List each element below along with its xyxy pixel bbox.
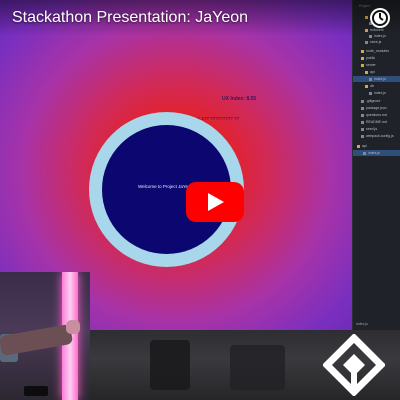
file-tree-label: .gitignore	[366, 99, 381, 103]
file-tree-item[interactable]: README.md	[353, 119, 400, 125]
file-tree-label: README.md	[366, 120, 387, 124]
file-icon	[361, 127, 364, 131]
logo-icon	[322, 333, 386, 397]
youtube-play-button[interactable]	[186, 182, 244, 222]
folder-icon	[361, 49, 364, 53]
folder-icon	[361, 56, 364, 60]
file-tree-item[interactable]: .gitignore	[353, 98, 400, 104]
file-tree-label: index.js	[374, 91, 386, 95]
file-icon	[361, 113, 364, 117]
ux-index-label: UX Index: 8.55	[222, 96, 257, 102]
file-tree-item[interactable]: db	[353, 83, 400, 89]
file-tree-label: node_modules	[366, 49, 389, 53]
file-tree-item[interactable]: api	[353, 69, 400, 75]
video-title[interactable]: Stackathon Presentation: JaYeon	[12, 9, 248, 27]
chair	[230, 345, 285, 390]
file-tree-label: package.json	[366, 106, 387, 110]
file-tree-item[interactable]: node_modules	[353, 48, 400, 54]
video-frame[interactable]: UX Index: 8.55 Gone: 1?? ????????? ?? We…	[0, 0, 400, 400]
folder-icon	[357, 144, 360, 148]
presenter-webcam	[0, 272, 90, 400]
file-tree-label: index.js	[368, 151, 380, 155]
file-tree-label: api	[362, 144, 367, 148]
file-tree-label: public	[366, 56, 376, 60]
file-tree-label: webpack.config.js	[366, 134, 394, 138]
file-tree-item[interactable]: seed.js	[353, 126, 400, 132]
file-tree-item[interactable]: api	[353, 143, 400, 149]
code-editor-sidebar: Project containersMain.jsreducersindex.j…	[352, 0, 400, 330]
watch-later-button[interactable]	[370, 8, 390, 28]
folder-icon	[361, 63, 364, 67]
file-tree-item[interactable]: index.js	[353, 76, 400, 82]
file-tree-item[interactable]: index.js	[353, 150, 400, 156]
file-tree-label: questions.md	[366, 113, 387, 117]
editor-tab-label[interactable]: index.js	[356, 322, 368, 326]
file-tree-item[interactable]: questions.md	[353, 112, 400, 118]
file-tree-label: api	[370, 70, 375, 74]
file-tree-item[interactable]: index.js	[353, 90, 400, 96]
clock-icon	[372, 10, 388, 26]
file-icon	[361, 106, 364, 110]
file-icon	[369, 77, 372, 81]
file-icon	[361, 134, 364, 138]
welcome-text: Welcome to Project JaYe	[138, 184, 189, 189]
presenter-hand	[66, 320, 80, 334]
phone	[24, 386, 48, 396]
file-tree-item[interactable]: package.json	[353, 105, 400, 111]
file-tree-item[interactable]: server	[353, 62, 400, 68]
folder-icon	[365, 84, 368, 88]
chair	[150, 340, 190, 390]
file-tree-label: server	[366, 63, 376, 67]
file-icon	[361, 120, 364, 124]
file-tree-item[interactable]: webpack.config.js	[353, 133, 400, 139]
file-tree-item[interactable]: store.js	[353, 39, 400, 45]
file-tree-label: index.js	[374, 77, 386, 81]
play-icon	[186, 182, 244, 222]
file-icon	[369, 91, 372, 95]
file-tree-label: db	[370, 84, 374, 88]
file-tree-label: seed.js	[366, 127, 378, 131]
folder-icon	[365, 70, 368, 74]
file-tree-label: store.js	[370, 40, 382, 44]
file-tree-item[interactable]: public	[353, 55, 400, 61]
file-icon	[361, 99, 364, 103]
file-icon	[365, 40, 368, 44]
file-icon	[363, 151, 366, 155]
